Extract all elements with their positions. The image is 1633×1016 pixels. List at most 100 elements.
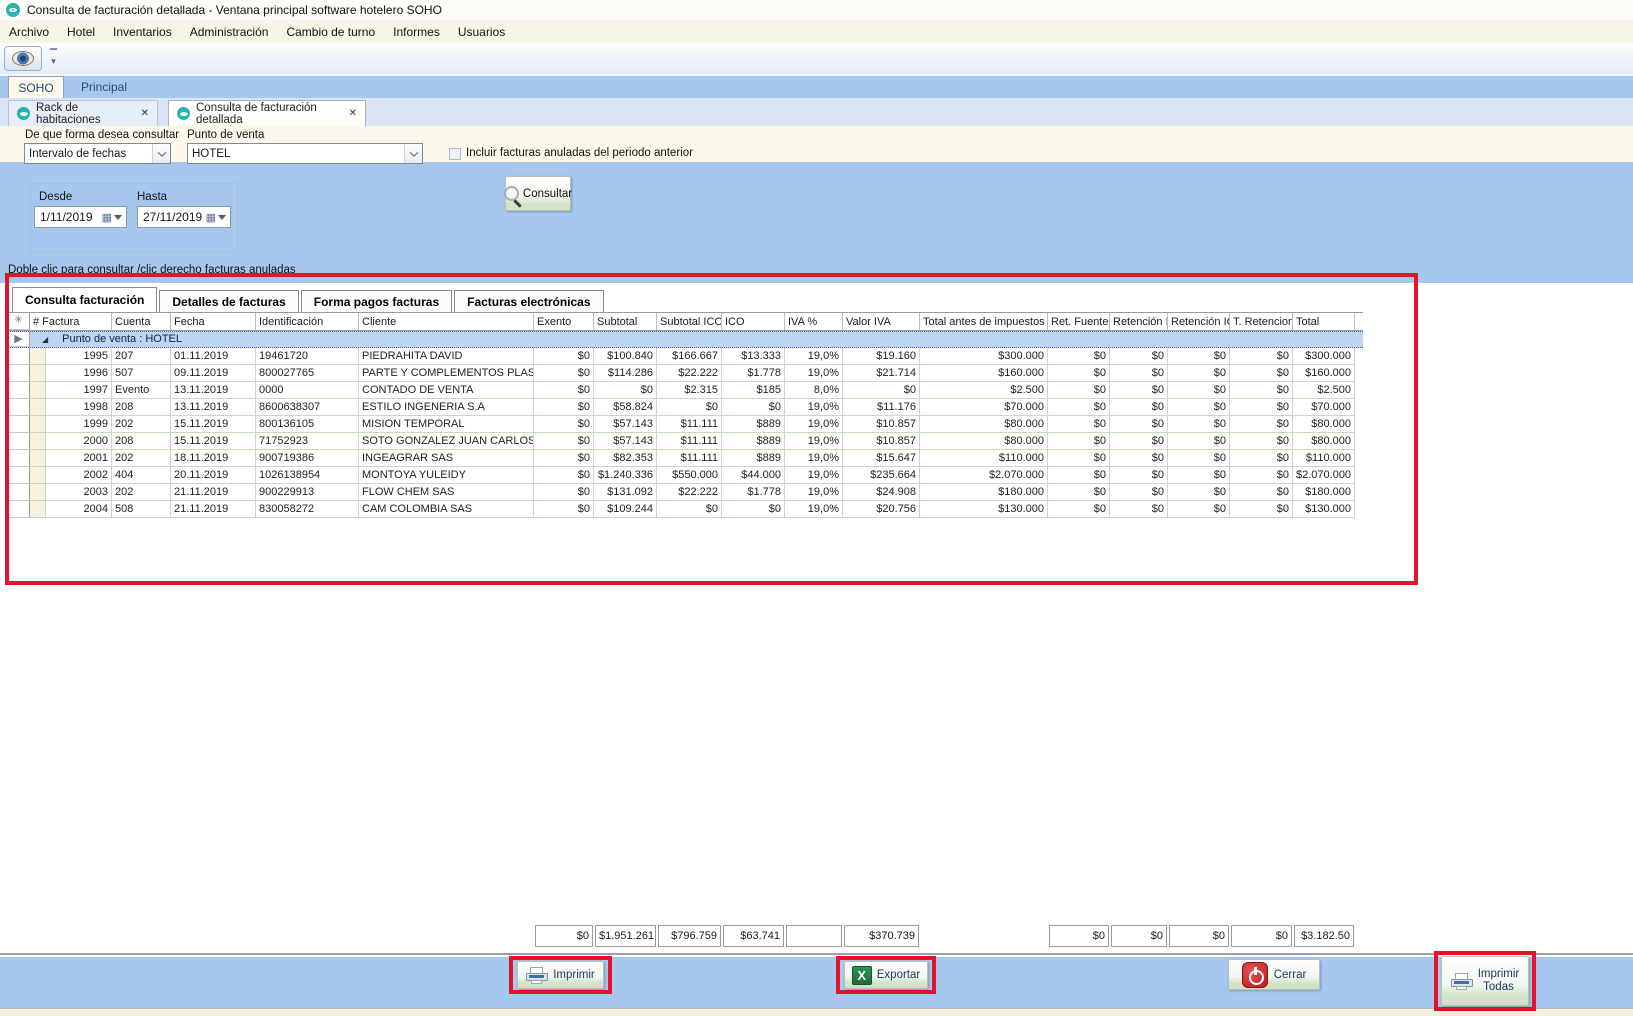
- close-icon[interactable]: ✕: [141, 108, 149, 119]
- column-header-1[interactable]: # Factura: [30, 313, 112, 330]
- group-row[interactable]: ▶◢Punto de venta : HOTEL: [8, 331, 1363, 348]
- grid-cell: 208: [112, 399, 171, 416]
- chevron-down-icon[interactable]: [404, 144, 422, 163]
- grid-cell: $0: [1110, 399, 1168, 416]
- date-from-input[interactable]: 1/11/2019 ▦: [34, 206, 127, 228]
- tab-consulta-facturacion[interactable]: Consulta facturación: [12, 287, 157, 312]
- column-header-8[interactable]: Subtotal ICO: [657, 313, 722, 330]
- grid-cell: ESTILO INGENERIA S.A: [359, 399, 534, 416]
- imprimir-todas-button[interactable]: Imprimir Todas: [1441, 956, 1529, 1006]
- exportar-button[interactable]: X Exportar: [844, 961, 928, 989]
- table-row[interactable]: 199820813.11.20198600638307ESTILO INGENE…: [8, 399, 1363, 416]
- table-row[interactable]: 1997Evento13.11.20190000CONTADO DE VENTA…: [8, 382, 1363, 399]
- table-row[interactable]: 200240420.11.20191026138954MONTOYA YULEI…: [8, 467, 1363, 484]
- grid-cell: $1.778: [722, 365, 785, 382]
- column-header-12[interactable]: Total antes de impuestos: [920, 313, 1048, 330]
- menu-hotel[interactable]: Hotel: [58, 25, 104, 39]
- consultar-button[interactable]: Consultar: [505, 176, 571, 211]
- totals-box: $0: [1111, 925, 1167, 947]
- pos-select[interactable]: HOTEL: [187, 143, 423, 164]
- grid-selector-header: ✳: [8, 313, 30, 330]
- column-header-11[interactable]: Valor IVA: [843, 313, 920, 330]
- menu-bar: Archivo Hotel Inventarios Administración…: [0, 20, 1633, 43]
- grid-cell: $80.000: [1293, 433, 1355, 450]
- include-annulled-checkbox[interactable]: [449, 148, 461, 160]
- close-icon[interactable]: ✕: [349, 108, 357, 119]
- grid-cell: 202: [112, 484, 171, 501]
- column-header-10[interactable]: IVA %: [785, 313, 843, 330]
- cerrar-button[interactable]: Cerrar: [1228, 959, 1320, 990]
- column-header-6[interactable]: Exento: [534, 313, 594, 330]
- menu-archivo[interactable]: Archivo: [0, 25, 58, 39]
- grid-cell: 1998: [46, 399, 112, 416]
- chevron-down-icon[interactable]: [218, 215, 226, 220]
- grid-cell: $0: [1048, 365, 1110, 382]
- row-selector: [8, 365, 30, 382]
- menu-cambio-de-turno[interactable]: Cambio de turno: [277, 25, 384, 39]
- table-row[interactable]: 199520701.11.201919461720PIEDRAHITA DAVI…: [8, 348, 1363, 365]
- column-header-2[interactable]: Cuenta: [112, 313, 171, 330]
- grid-cell: $160.000: [1293, 365, 1355, 382]
- calendar-icon[interactable]: ▦: [206, 211, 216, 224]
- column-header-13[interactable]: Ret. Fuente: [1048, 313, 1110, 330]
- table-row[interactable]: 200020815.11.201971752923SOTO GONZALEZ J…: [8, 433, 1363, 450]
- tab-facturas-electronicas[interactable]: Facturas electrónicas: [454, 290, 603, 312]
- tab-rack-de-habitaciones[interactable]: Rack de habitaciones ✕: [8, 100, 158, 126]
- chevron-down-icon[interactable]: [152, 144, 170, 163]
- date-from-label: Desde: [39, 191, 72, 203]
- column-header-14[interactable]: Retención IVA: [1110, 313, 1168, 330]
- grid-cell: 1026138954: [256, 467, 359, 484]
- grid-cell: $109.244: [594, 501, 657, 518]
- eye-toolbar-button[interactable]: [4, 46, 42, 71]
- grid-cell: $185: [722, 382, 785, 399]
- tab-forma-pagos-facturas[interactable]: Forma pagos facturas: [301, 290, 452, 312]
- tab-consulta-facturacion-detallada[interactable]: Consulta de facturación detallada ✕: [168, 100, 366, 126]
- grid-cell: MISION TEMPORAL: [359, 416, 534, 433]
- grid-cell: 1995: [46, 348, 112, 365]
- row-selector: [8, 416, 30, 433]
- row-indent: [30, 399, 46, 416]
- chevron-down-icon[interactable]: [114, 215, 122, 220]
- printer-icon: [1451, 973, 1473, 990]
- totals-box: $796.759: [658, 925, 721, 947]
- tab-detalles-de-facturas[interactable]: Detalles de facturas: [159, 290, 298, 312]
- column-header-17[interactable]: Total: [1293, 313, 1355, 330]
- grid-cell: $0: [1048, 416, 1110, 433]
- imprimir-button[interactable]: Imprimir: [517, 961, 604, 989]
- column-header-9[interactable]: ICO: [722, 313, 785, 330]
- column-header-5[interactable]: Cliente: [359, 313, 534, 330]
- cerrar-label: Cerrar: [1274, 969, 1307, 981]
- expand-icon[interactable]: ◢: [30, 332, 48, 347]
- grid-cell: $2.070.000: [920, 467, 1048, 484]
- group-label: Punto de venta : HOTEL: [48, 332, 182, 347]
- toolbar-overflow-icon[interactable]: ▔▾: [50, 51, 57, 65]
- grid-cell: $889: [722, 450, 785, 467]
- table-row[interactable]: 199920215.11.2019800136105MISION TEMPORA…: [8, 416, 1363, 433]
- grid-cell: 508: [112, 501, 171, 518]
- grid-cell: $0: [1168, 501, 1230, 518]
- tab-principal[interactable]: Principal: [72, 76, 136, 98]
- grid-cell: $11.111: [657, 433, 722, 450]
- table-row[interactable]: 199650709.11.2019800027765PARTE Y COMPLE…: [8, 365, 1363, 382]
- query-mode-select[interactable]: Intervalo de fechas: [24, 143, 171, 164]
- date-to-input[interactable]: 27/11/2019 ▦: [137, 206, 231, 228]
- grid-cell: 0000: [256, 382, 359, 399]
- column-header-4[interactable]: Identificación: [256, 313, 359, 330]
- menu-usuarios[interactable]: Usuarios: [449, 25, 514, 39]
- calendar-icon[interactable]: ▦: [102, 211, 112, 224]
- grid-cell: $22.222: [657, 365, 722, 382]
- column-header-16[interactable]: T. Retenciones: [1230, 313, 1293, 330]
- table-row[interactable]: 200450821.11.2019830058272CAM COLOMBIA S…: [8, 501, 1363, 518]
- column-header-7[interactable]: Subtotal: [594, 313, 657, 330]
- menu-informes[interactable]: Informes: [384, 25, 449, 39]
- menu-inventarios[interactable]: Inventarios: [104, 25, 181, 39]
- tab-soho[interactable]: SOHO: [8, 76, 64, 98]
- grid-cell: $0: [1048, 382, 1110, 399]
- menu-administracion[interactable]: Administración: [181, 25, 278, 39]
- date-to-value: 27/11/2019: [138, 210, 206, 224]
- table-row[interactable]: 200320221.11.2019900229913FLOW CHEM SAS$…: [8, 484, 1363, 501]
- table-row[interactable]: 200120218.11.2019900719386INGEAGRAR SAS$…: [8, 450, 1363, 467]
- eye-icon: [17, 107, 30, 120]
- column-header-3[interactable]: Fecha: [171, 313, 256, 330]
- column-header-15[interactable]: Retención ICA: [1168, 313, 1230, 330]
